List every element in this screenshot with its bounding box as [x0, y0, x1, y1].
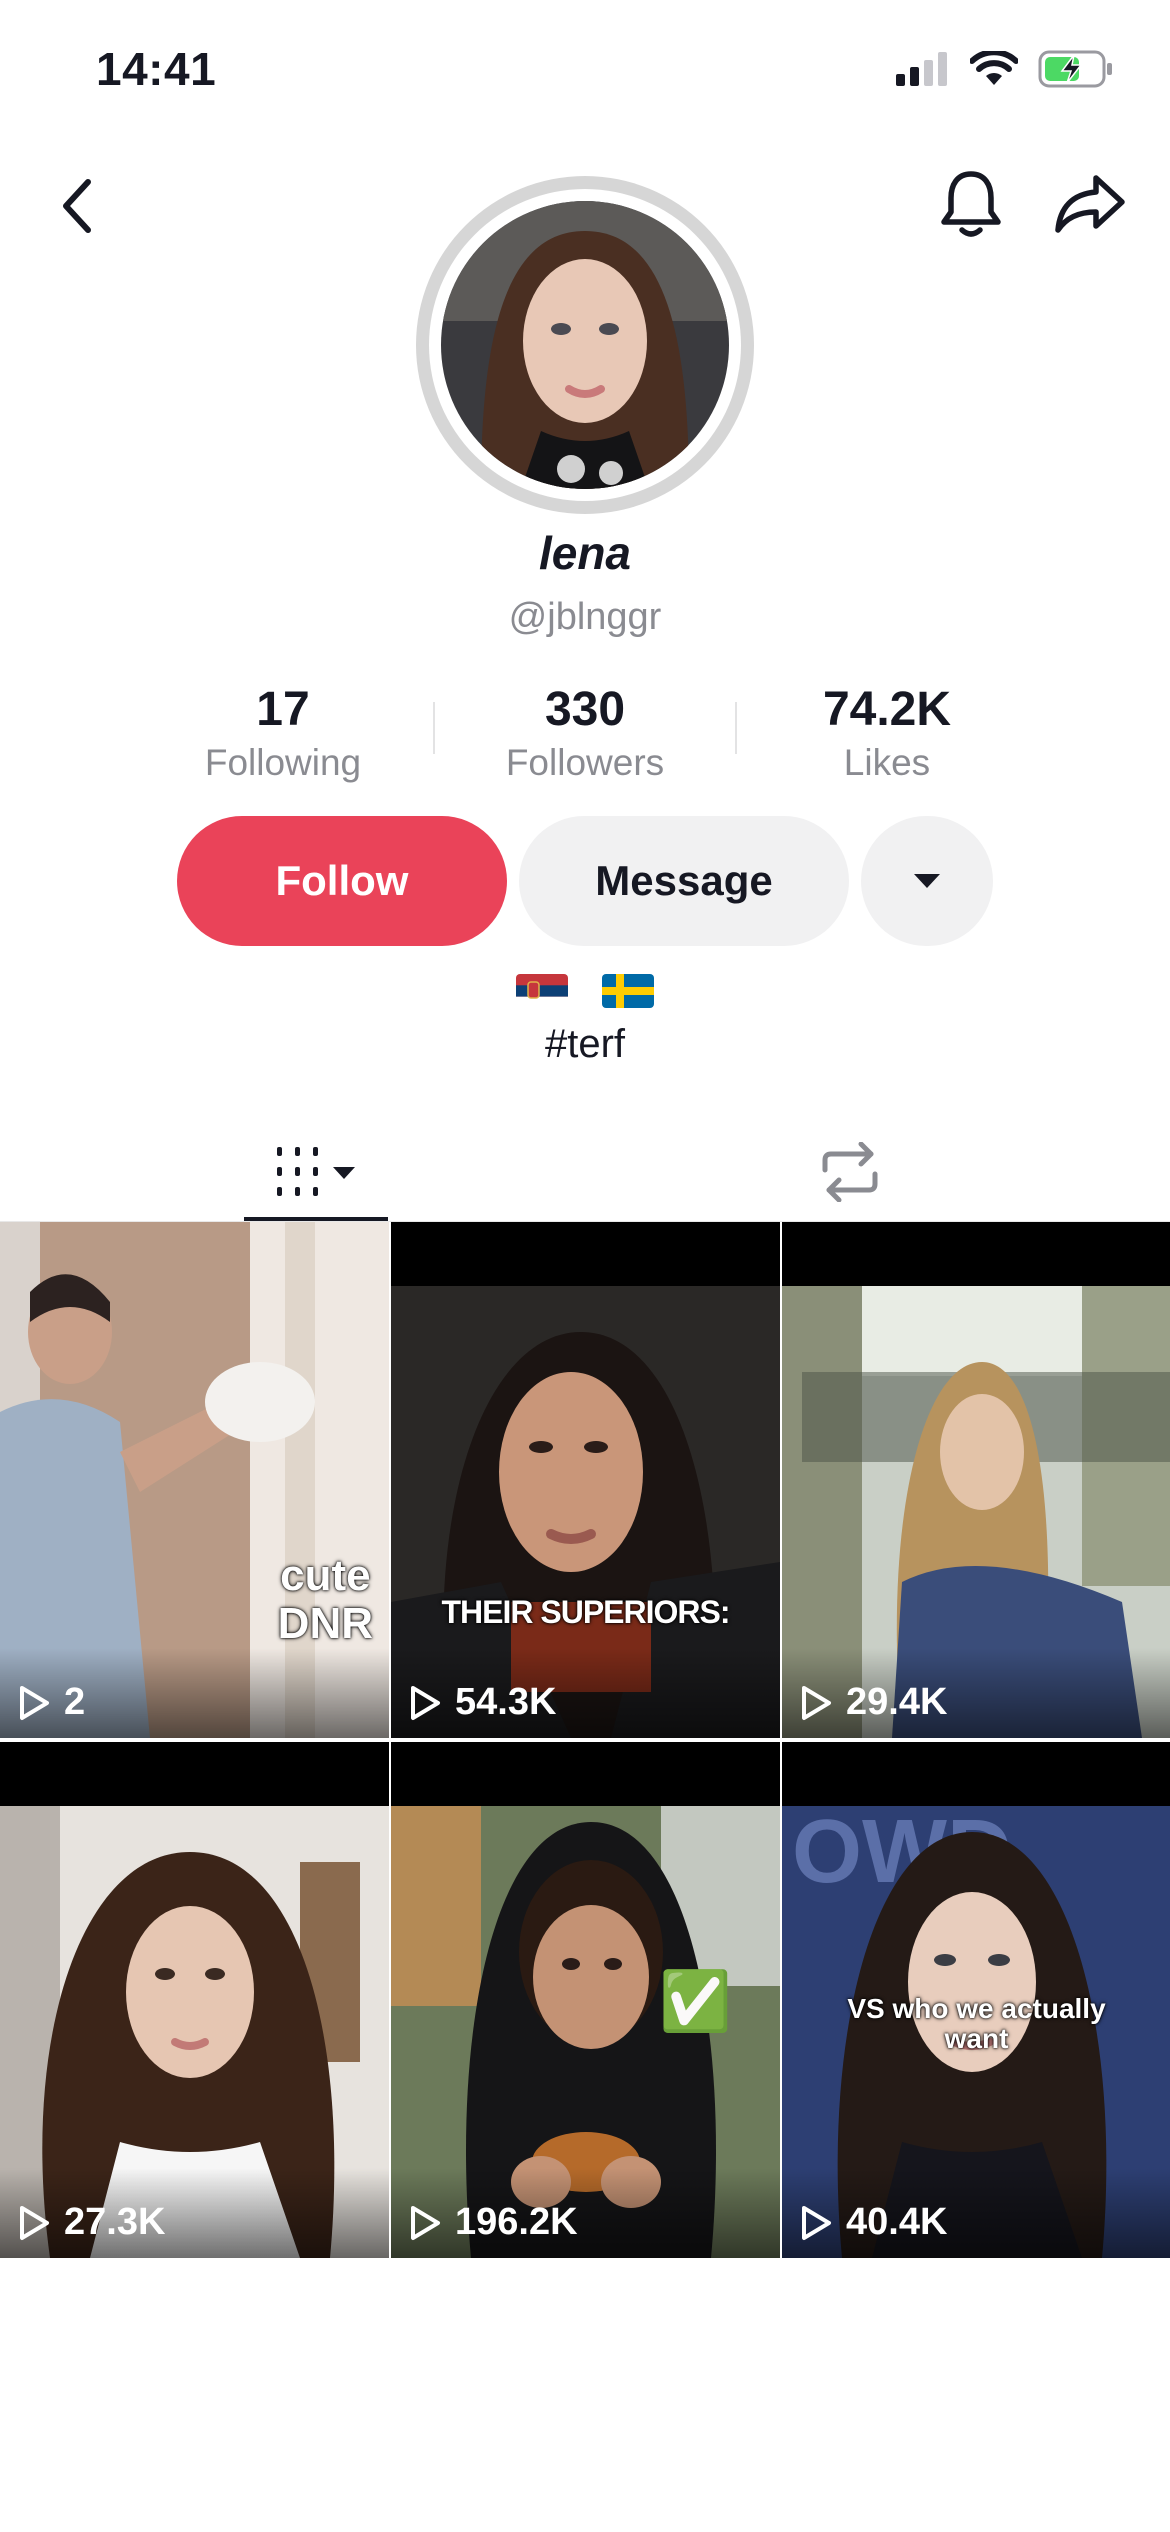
play-icon	[411, 2205, 440, 2240]
serbia-flag	[516, 974, 568, 1013]
view-count: 27.3K	[18, 2201, 165, 2244]
video-tile[interactable]: OWD VS who we actually want 40.4K	[782, 1742, 1170, 2258]
cellular-signal-icon	[896, 52, 947, 86]
overlay-line: cute	[280, 1551, 371, 1600]
video-tile[interactable]: THEIR SUPERIORS: 54.3K	[391, 1222, 780, 1738]
status-icons	[896, 50, 1114, 88]
tab-reposts[interactable]	[780, 1124, 920, 1220]
profile-stats: 17 Following 330 Followers 74.2K Likes	[0, 680, 1170, 786]
share-arrow-icon	[1055, 175, 1125, 233]
view-count: 2	[18, 1681, 85, 1724]
bell-icon	[941, 171, 1001, 237]
avatar-photo	[441, 201, 729, 489]
sweden-flag-icon	[602, 974, 654, 1008]
view-count-value: 2	[64, 1681, 86, 1723]
bio-text: #terf	[544, 1022, 626, 1066]
view-count-value: 40.4K	[846, 2201, 948, 2243]
avatar[interactable]	[416, 176, 754, 514]
serbia-flag-icon	[516, 974, 568, 1008]
overlay-line: DNR	[277, 1599, 373, 1648]
share-button[interactable]	[1050, 164, 1130, 244]
sweden-flag	[602, 974, 654, 1013]
stat-followers[interactable]: 330 Followers	[435, 680, 735, 786]
view-count-value: 196.2K	[455, 2201, 578, 2243]
bio-flags	[0, 974, 1170, 1013]
overlay-line: THEIR SUPERIORS:	[441, 1594, 730, 1630]
view-count: 40.4K	[800, 2201, 947, 2244]
view-count-value: 29.4K	[846, 1681, 948, 1723]
video-tile[interactable]: 27.3K	[0, 1742, 389, 2258]
play-icon	[20, 2205, 49, 2240]
view-count-value: 54.3K	[455, 1681, 557, 1723]
battery-charging-icon	[1038, 50, 1112, 88]
likes-count: 74.2K	[822, 683, 952, 736]
followers-label: Followers	[505, 742, 665, 783]
view-count-value: 27.3K	[64, 2201, 166, 2243]
play-icon	[802, 1685, 831, 1720]
follow-button[interactable]: Follow	[177, 816, 507, 946]
video-tile[interactable]: 29.4K	[782, 1222, 1170, 1738]
overlay-line: want	[944, 2023, 1009, 2054]
username: @jblnggr	[508, 596, 662, 638]
stat-following[interactable]: 17 Following	[133, 680, 433, 786]
video-tile[interactable]: ✅ 196.2K	[391, 1742, 780, 2258]
wifi-icon	[970, 51, 1018, 85]
followers-count: 330	[544, 683, 626, 736]
caret-down-icon	[914, 874, 940, 888]
view-count: 54.3K	[409, 1681, 556, 1724]
more-options-button[interactable]	[861, 816, 993, 946]
play-icon	[20, 1685, 49, 1720]
video-grid: cute DNR 2 THEIR SUPERIORS: 54.3K 29.4K …	[0, 1222, 1170, 2258]
check-emoji: ✅	[659, 1969, 732, 2034]
video-tile[interactable]: cute DNR 2	[0, 1222, 389, 1738]
notification-bell-button[interactable]	[931, 164, 1011, 244]
status-time: 14:41	[96, 43, 217, 95]
following-label: Following	[204, 742, 362, 783]
stat-likes[interactable]: 74.2K Likes	[737, 680, 1037, 786]
grid-icon	[277, 1147, 355, 1196]
likes-label: Likes	[843, 742, 931, 783]
display-name: lena	[538, 527, 632, 579]
view-count: 196.2K	[409, 2201, 578, 2244]
play-icon	[802, 2205, 831, 2240]
overlay-line: VS who we actually	[847, 1993, 1106, 2024]
chevron-left-icon	[63, 179, 91, 233]
back-button[interactable]	[38, 166, 118, 246]
view-count: 29.4K	[800, 1681, 947, 1724]
message-button[interactable]: Message	[519, 816, 849, 946]
tab-videos[interactable]	[244, 1124, 388, 1220]
play-icon	[411, 1685, 440, 1720]
following-count: 17	[256, 683, 310, 736]
repost-icon	[822, 1142, 878, 1202]
